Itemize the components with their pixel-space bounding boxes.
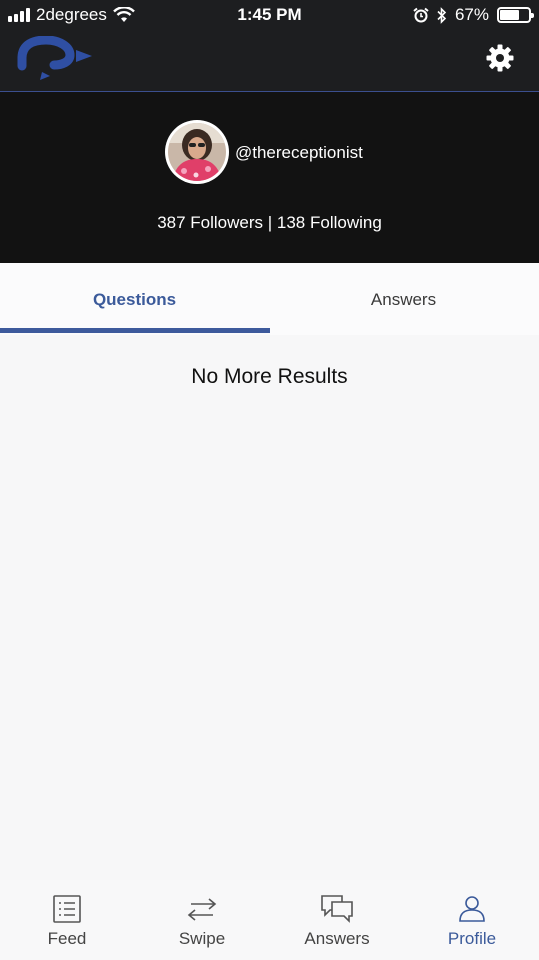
swipe-icon bbox=[187, 898, 217, 921]
avatar-image bbox=[168, 123, 226, 181]
bluetooth-icon bbox=[437, 6, 447, 24]
profile-header: @thereceptionist 387 Followers | 138 Fol… bbox=[0, 92, 539, 263]
battery-fill bbox=[500, 10, 519, 20]
active-tab-indicator bbox=[0, 328, 270, 333]
nav-answers[interactable]: Answers bbox=[270, 880, 404, 960]
gear-icon[interactable] bbox=[485, 43, 515, 73]
status-bar: 2degrees 1:45 PM 67% bbox=[0, 0, 539, 32]
empty-state-message: No More Results bbox=[191, 365, 348, 388]
bottom-nav: Feed Swipe Answers Profile bbox=[0, 880, 539, 960]
profile-icon bbox=[459, 896, 485, 922]
tab-questions[interactable]: Questions bbox=[0, 263, 269, 335]
nav-swipe[interactable]: Swipe bbox=[135, 880, 269, 960]
tab-bar: Questions Answers bbox=[0, 263, 539, 335]
nav-swipe-label: Swipe bbox=[178, 929, 226, 948]
tab-answers[interactable]: Answers bbox=[269, 263, 538, 335]
status-right: 67% bbox=[413, 5, 534, 25]
follow-stats[interactable]: 387 Followers | 138 Following bbox=[0, 213, 539, 233]
avatar[interactable] bbox=[165, 120, 229, 184]
nav-feed[interactable]: Feed bbox=[0, 880, 134, 960]
battery-percent: 67% bbox=[454, 5, 489, 24]
top-bar: 2degrees 1:45 PM 67% bbox=[0, 0, 539, 92]
nav-feed-label: Feed bbox=[47, 929, 87, 948]
question-mark-logo[interactable] bbox=[16, 36, 96, 80]
answers-icon bbox=[321, 895, 353, 923]
nav-answers-label: Answers bbox=[304, 929, 370, 948]
feed-icon bbox=[53, 895, 81, 923]
nav-profile[interactable]: Profile bbox=[405, 880, 539, 960]
nav-profile-label: Profile bbox=[447, 929, 497, 948]
battery-icon bbox=[497, 7, 534, 23]
profile-username: @thereceptionist bbox=[235, 143, 363, 162]
alarm-icon bbox=[413, 7, 429, 23]
